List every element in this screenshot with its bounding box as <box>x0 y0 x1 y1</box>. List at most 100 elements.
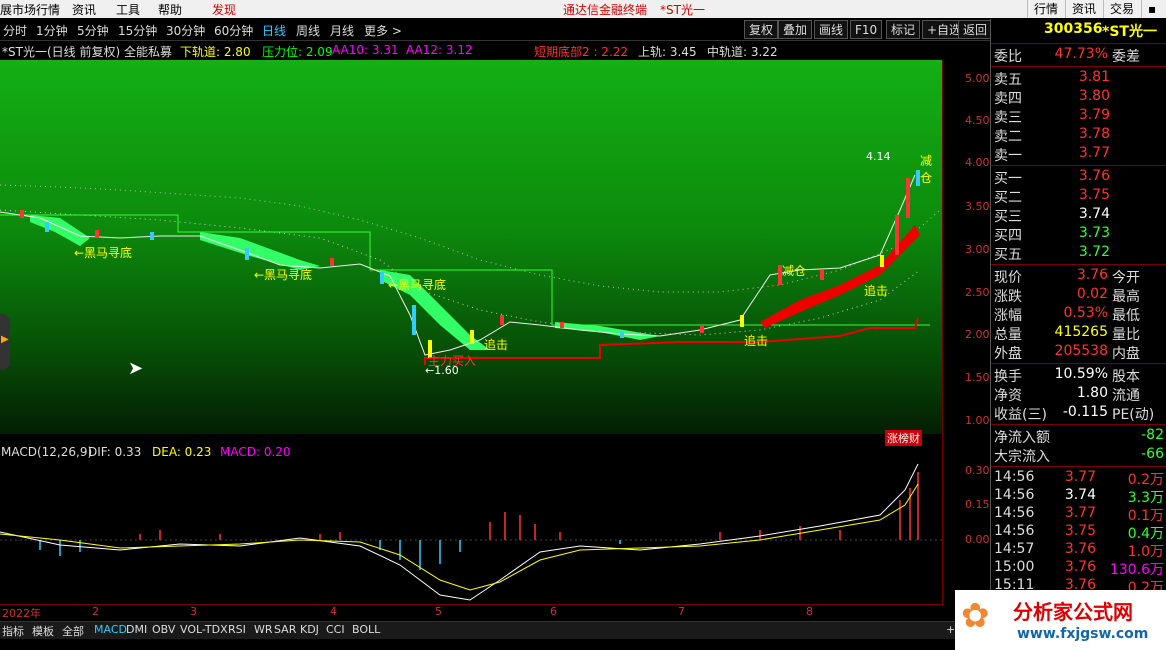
ask4-price: 3.80 <box>1078 88 1110 104</box>
lower-band: 下轨道: 2.80 <box>180 45 251 59</box>
weicha-label: 委差 <box>1112 49 1140 65</box>
back-button[interactable]: 返回 <box>958 20 993 39</box>
indicator-tabs: 指标 模板 全部 MACD DMI OBV VOL-TDX RSI WR SAR… <box>0 621 960 639</box>
tick-price: 3.76 <box>1064 541 1096 557</box>
menu-news[interactable]: 资讯 <box>72 1 96 18</box>
tab-kdj[interactable]: KDJ <box>300 623 319 636</box>
tab-daily[interactable]: 日线 <box>262 22 286 39</box>
tab-monthly[interactable]: 月线 <box>330 22 354 39</box>
macd-dif: DIF: 0.33 <box>88 445 142 459</box>
tab-5min[interactable]: 5分钟 <box>77 22 109 39</box>
macd-tick: 0.15 <box>965 498 990 511</box>
tab-weekly[interactable]: 周线 <box>296 22 320 39</box>
weibi-label: 委比 <box>994 49 1022 65</box>
mouse-cursor-icon: ➤ <box>128 358 144 379</box>
menu-tools[interactable]: 工具 <box>116 1 140 18</box>
tick-time: 14:56 <box>994 469 1035 485</box>
adjust-button[interactable]: 复权 <box>744 20 779 39</box>
tab-sar[interactable]: SAR <box>274 623 296 636</box>
tick-price: 3.77 <box>1064 505 1096 521</box>
tab-template[interactable]: 模板 <box>32 623 54 639</box>
tick-time: 14:56 <box>994 505 1035 521</box>
tab-15min[interactable]: 15分钟 <box>118 22 157 39</box>
date-tick: 8 <box>806 605 813 618</box>
tab-obv[interactable]: OBV <box>152 623 175 636</box>
annotation-chase-1: 追击 <box>484 338 509 352</box>
price-tick: 4.00 <box>965 156 990 169</box>
date-tick: 2022年 <box>2 607 41 620</box>
add-indicator-icon[interactable]: + <box>946 623 955 636</box>
quote-button[interactable]: 行情 <box>1027 0 1064 18</box>
tab-macd[interactable]: MACD <box>94 623 127 636</box>
middle-band: 中轨道: 3.22 <box>707 45 778 59</box>
stock-name: *ST光一 <box>1102 24 1157 40</box>
tab-cci[interactable]: CCI <box>326 623 345 636</box>
tick-price: 3.74 <box>1064 487 1096 503</box>
stat-label-2: 流通 <box>1112 388 1140 404</box>
stat-label-2: 股本 <box>1112 369 1140 385</box>
macd-chart[interactable] <box>0 460 942 606</box>
annotation-black-horse-3: ←黑马寻底 <box>388 278 447 292</box>
annotation-black-horse-2: ←黑马寻底 <box>254 268 313 282</box>
tab-dmi[interactable]: DMI <box>126 623 147 636</box>
stat-value: 0.53% <box>1063 305 1108 321</box>
stat-label-2: 今开 <box>1112 270 1140 286</box>
date-tick: 2 <box>92 605 99 618</box>
stat-label: 外盘 <box>994 346 1022 362</box>
tab-indicator[interactable]: 指标 <box>2 623 24 639</box>
more-menu-icon[interactable]: ▪ <box>1141 0 1166 18</box>
price-tick: 5.00 <box>965 72 990 85</box>
dif-line <box>0 463 919 601</box>
tab-wr[interactable]: WR <box>254 623 273 636</box>
side-collapse-handle[interactable]: ▶ <box>0 314 10 370</box>
chevron-right-icon: ▶ <box>1 334 9 345</box>
f10-button[interactable]: F10 <box>850 20 883 39</box>
tab-vol-tdx[interactable]: VOL-TDX <box>180 623 228 636</box>
price-tick: 1.00 <box>965 414 990 427</box>
stat-value: 205538 <box>1054 343 1108 359</box>
tab-rsi[interactable]: RSI <box>228 623 246 636</box>
ask2-label: 卖二 <box>994 129 1022 145</box>
aa10-value: AA10: 3.31 <box>332 43 399 57</box>
annotation-chase-2: 追击 <box>744 334 769 348</box>
ask3-label: 卖三 <box>994 110 1022 126</box>
stat-value: 1.80 <box>1076 385 1108 401</box>
tab-boll[interactable]: BOLL <box>352 623 380 636</box>
tab-more[interactable]: 更多 > <box>364 22 402 39</box>
news-button[interactable]: 资讯 <box>1065 0 1102 18</box>
price-axis: 5.00 4.50 4.00 3.50 3.00 2.50 2.00 1.50 … <box>942 60 990 606</box>
tick-volume: 1.0万 <box>1127 544 1164 560</box>
draw-button[interactable]: 画线 <box>814 20 849 39</box>
tick-time: 14:56 <box>994 523 1035 539</box>
bid5-label: 买五 <box>994 247 1022 263</box>
ask5-price: 3.81 <box>1078 69 1110 85</box>
tab-all[interactable]: 全部 <box>62 623 84 639</box>
bid1-label: 买一 <box>994 171 1022 187</box>
menu-help[interactable]: 帮助 <box>158 1 182 18</box>
macd-histogram <box>39 472 919 570</box>
stat-label-2: PE(动) <box>1112 407 1155 423</box>
macd-svg <box>0 463 942 601</box>
kline-chart[interactable]: ←黑马寻底 ←黑马寻底 ←黑马寻底 主力买入 ←1.60 追击 追击 追击 减仓… <box>0 60 942 446</box>
menu-market[interactable]: 展市场行情 <box>0 1 60 18</box>
tab-minute[interactable]: 分时 <box>3 22 27 39</box>
tab-1min[interactable]: 1分钟 <box>36 22 68 39</box>
tab-30min[interactable]: 30分钟 <box>166 22 205 39</box>
tick-volume: 0.4万 <box>1127 526 1164 542</box>
annotation-chase-3: 追击 <box>864 284 889 298</box>
overlay-button[interactable]: 叠加 <box>778 20 813 39</box>
macd-tick: 0.00 <box>965 533 990 546</box>
menu-discover[interactable]: 发现 <box>212 1 236 18</box>
flower-logo-icon: ✿ <box>961 596 990 636</box>
tab-60min[interactable]: 60分钟 <box>214 22 253 39</box>
tick-price: 3.76 <box>1064 559 1096 575</box>
price-tick: 3.50 <box>965 200 990 213</box>
pressure-level: 压力位: 2.09 <box>262 45 333 59</box>
mark-button[interactable]: 标记 <box>886 20 921 39</box>
stat-value: 3.76 <box>1076 267 1108 283</box>
annotation-reduce-1: 减仓 <box>782 264 807 278</box>
date-tick: 7 <box>678 605 685 618</box>
macd-tick: 0.30 <box>965 464 990 477</box>
indicator-info: *ST光一(日线 前复权) 全能私募 下轨道: 2.80 压力位: 2.09 A… <box>0 41 990 59</box>
trade-button[interactable]: 交易 <box>1103 0 1140 18</box>
